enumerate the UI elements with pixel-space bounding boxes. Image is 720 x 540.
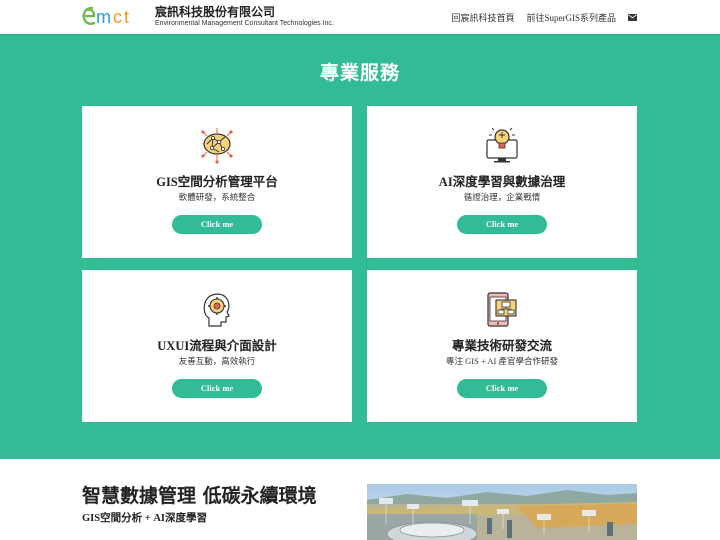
envelope-icon[interactable] [628,14,637,21]
head-gear-icon [203,293,230,327]
company-name-block: 宸訊科技股份有限公司 Environmental Management Cons… [155,5,334,28]
hero-subtitle: GIS空間分析 + AI深度學習 [82,513,207,524]
card-title: GIS空間分析管理平台 [156,175,278,189]
hero-title: 智慧數據管理 低碳永續環境 [82,485,317,507]
phone-network-icon [487,292,517,327]
card-subtitle: 軟體研發，系統整合 [178,192,256,202]
service-card-gis: GIS空間分析管理平台 軟體研發，系統整合 Click me [82,106,352,258]
service-card-ai: AI深度學習與數據治理 循證治理，企業戰情 Click me [367,106,637,258]
click-me-button[interactable]: Click me [457,215,547,234]
logo-icon: m c t [82,6,129,27]
smart-city-image [367,484,637,540]
nav-link-home[interactable]: 回宸訊科技首頁 [451,11,514,24]
svg-text:t: t [124,7,129,27]
site-header: m c t 宸訊科技股份有限公司 Environmental Managemen… [0,0,720,34]
company-name: 宸訊科技股份有限公司 [155,5,276,19]
top-nav: 回宸訊科技首頁 前往SuperGIS系列產品 [451,11,637,24]
card-title: UXUI流程與介面設計 [157,339,277,353]
card-subtitle: 專注 GIS + AI 產官學合作研發 [446,356,558,366]
click-me-button[interactable]: Click me [457,379,547,398]
lightbulb-monitor-icon [486,127,518,163]
card-subtitle: 友善互動，高效執行 [178,356,256,366]
card-title: 專業技術研發交流 [451,339,552,353]
smart-city-illustration [367,484,637,540]
services-section: 專業服務 GIS空間分析管理平台 軟體研發，系統整合 Click me AI深度… [0,34,720,459]
section-title: 專業服務 [319,62,400,84]
click-me-button[interactable]: Click me [172,379,262,398]
company-logo[interactable]: m c t [82,4,142,28]
svg-text:c: c [113,7,122,27]
svg-text:m: m [96,7,111,27]
card-title: AI深度學習與數據治理 [438,175,566,189]
service-card-uxui: UXUI流程與介面設計 友善互動，高效執行 Click me [82,270,352,422]
nav-link-supergis[interactable]: 前往SuperGIS系列產品 [527,11,617,24]
card-subtitle: 循證治理，企業戰情 [463,192,541,202]
service-card-research: 專業技術研發交流 專注 GIS + AI 產官學合作研發 Click me [367,270,637,422]
click-me-button[interactable]: Click me [172,215,262,234]
company-name-en: Environmental Management Consultant Tech… [155,20,334,27]
brain-network-icon [201,128,233,164]
